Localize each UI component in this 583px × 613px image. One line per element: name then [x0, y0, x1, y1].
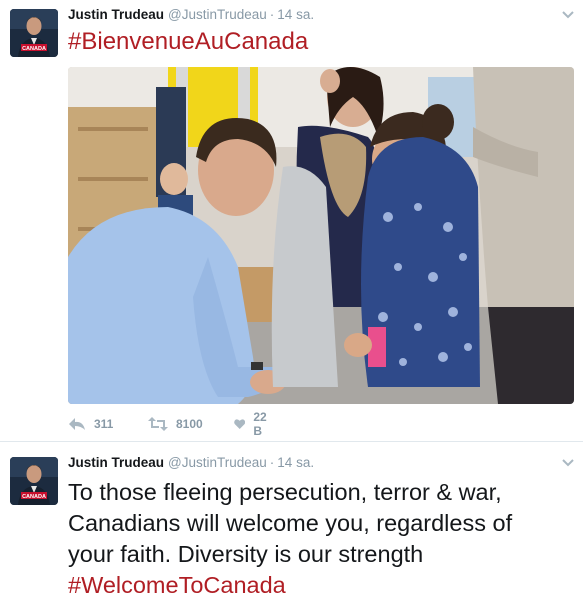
tweet-text-line: To those fleeing persecution, terror & w… — [68, 479, 502, 505]
reply-button[interactable]: 311 — [68, 414, 113, 434]
chevron-down-icon[interactable] — [561, 458, 575, 468]
separator-dot: · — [269, 7, 275, 22]
like-button[interactable]: 22 B — [234, 410, 271, 438]
tweet-text-line: Canadians will welcome you, regardless o… — [68, 510, 513, 536]
avatar[interactable]: CANADA — [10, 9, 58, 57]
avatar[interactable]: CANADA — [10, 457, 58, 505]
tweet-timestamp[interactable]: 14 sa. — [277, 455, 314, 470]
separator-dot: · — [269, 455, 275, 470]
author-name[interactable]: Justin Trudeau — [68, 455, 164, 470]
chevron-down-icon[interactable] — [561, 10, 575, 20]
tweet-header: Justin Trudeau @JustinTrudeau · 14 sa. — [68, 454, 314, 472]
retweet-button[interactable]: 8100 — [148, 414, 203, 434]
like-count: 22 B — [253, 410, 267, 438]
tweet-hashtag[interactable]: #BienvenueAuCanada — [68, 27, 308, 57]
tweet-1[interactable]: CANADA Justin Trudeau @JustinTrudeau · 14 s… — [0, 0, 583, 440]
heart-icon — [234, 419, 246, 429]
tweet-text: To those fleeing persecution, terror & w… — [68, 477, 573, 601]
tweet-hashtag[interactable]: #WelcomeToCanada — [68, 570, 573, 601]
avatar-photo: CANADA — [10, 9, 58, 57]
author-name[interactable]: Justin Trudeau — [68, 7, 164, 22]
author-handle[interactable]: @JustinTrudeau — [168, 455, 267, 470]
author-handle[interactable]: @JustinTrudeau — [168, 7, 267, 22]
retweet-icon — [148, 417, 168, 431]
avatar-badge-text: CANADA — [22, 494, 46, 500]
reply-icon — [69, 418, 85, 430]
tweet-text-line: your faith. Diversity is our strength — [68, 541, 424, 567]
avatar-photo: CANADA — [10, 457, 58, 505]
tweet-2[interactable]: CANADA Justin Trudeau @JustinTrudeau · 14 s… — [0, 442, 583, 613]
tweet-header: Justin Trudeau @JustinTrudeau · 14 sa. — [68, 6, 314, 24]
retweet-count: 8100 — [176, 417, 203, 431]
photo-image — [68, 67, 574, 404]
tweet-timestamp[interactable]: 14 sa. — [277, 7, 314, 22]
tweet-photo[interactable] — [68, 67, 574, 404]
reply-count: 311 — [94, 417, 114, 431]
avatar-badge-text: CANADA — [22, 46, 46, 52]
